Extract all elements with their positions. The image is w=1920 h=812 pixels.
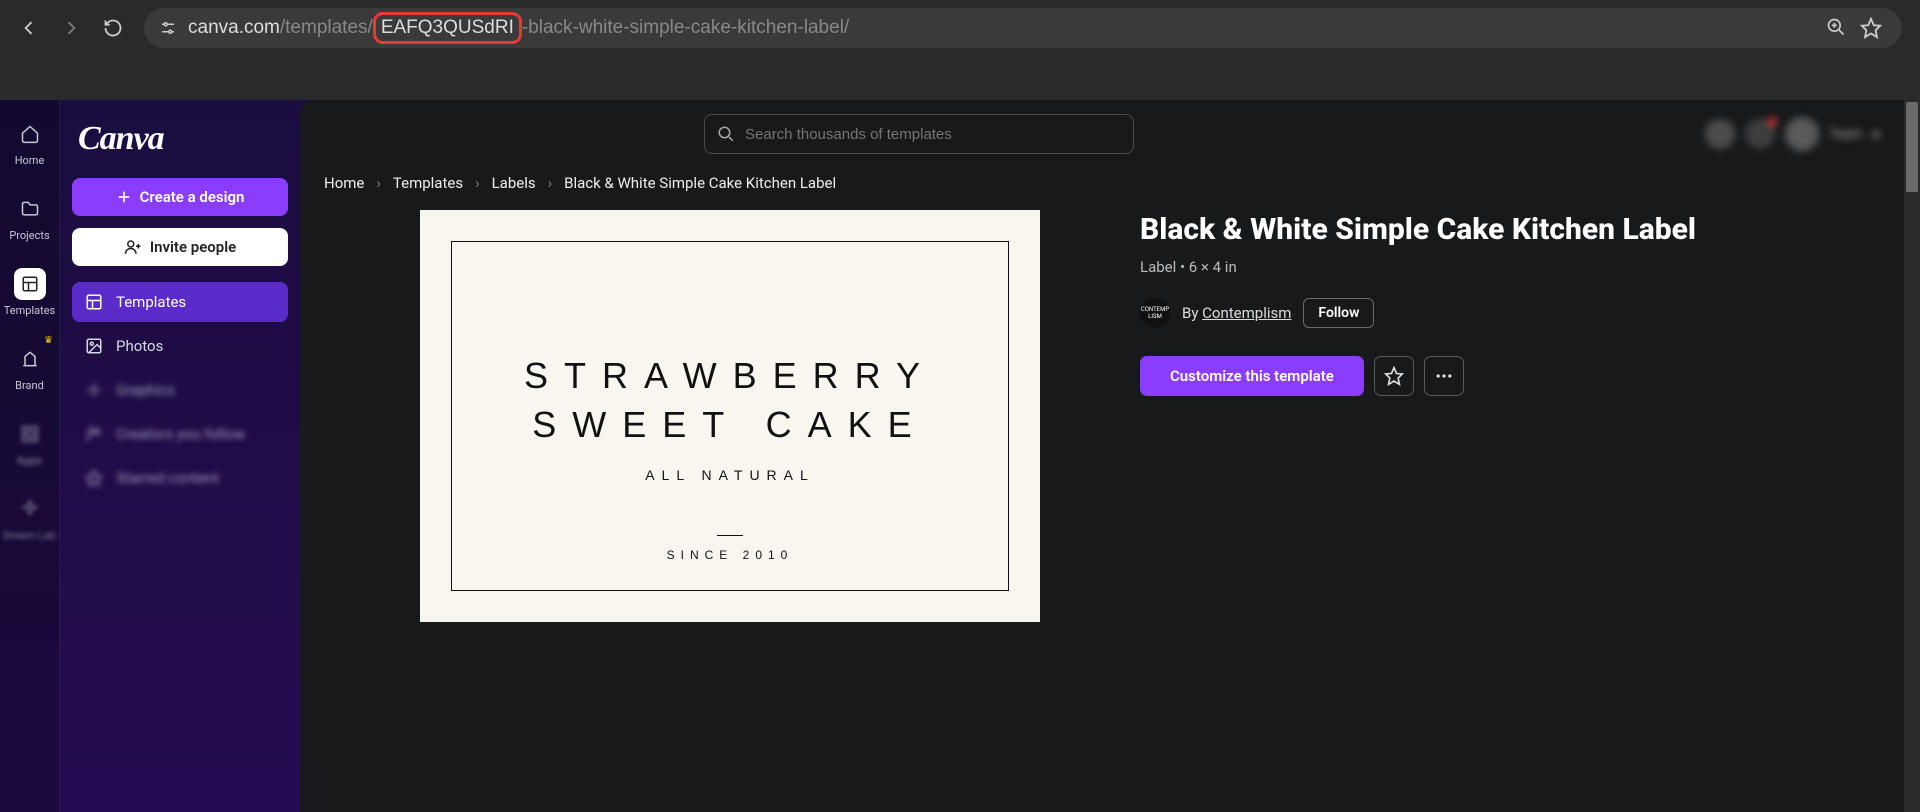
- photos-icon: [84, 336, 104, 356]
- reload-button[interactable]: [96, 11, 130, 45]
- label-card: STRAWBERRY SWEET CAKE ALL NATURAL SINCE …: [451, 241, 1009, 591]
- notifications-icon[interactable]: [1745, 119, 1775, 149]
- author-row: CONTEMPLISM By Contemplism Follow: [1140, 298, 1880, 328]
- search-icon: [717, 125, 735, 143]
- star-icon: [1384, 366, 1404, 386]
- plus-icon: [116, 189, 132, 205]
- label-divider: [717, 535, 743, 536]
- breadcrumb-home[interactable]: Home: [324, 174, 364, 192]
- user-name-label: Team: [1829, 127, 1862, 142]
- graphics-icon: [84, 380, 104, 400]
- app-root: Home Projects Templates ♛ Brand Apps: [0, 100, 1920, 812]
- chevron-right-icon: ›: [475, 174, 480, 192]
- address-bar[interactable]: canva.com/templates/EAFQ3QUSdRI-black-wh…: [144, 8, 1902, 48]
- user-avatar[interactable]: [1785, 117, 1819, 151]
- sparkle-icon: [14, 493, 46, 525]
- sidebar-templates[interactable]: Templates: [72, 282, 288, 322]
- template-search[interactable]: [704, 114, 1134, 154]
- star-icon: [84, 468, 104, 488]
- brand-icon: [14, 343, 46, 375]
- scrollbar[interactable]: [1904, 100, 1920, 812]
- bookmark-star-icon[interactable]: [1860, 17, 1882, 39]
- sidebar: Canva Create a design Invite people Temp…: [60, 100, 300, 812]
- breadcrumb-templates[interactable]: Templates: [393, 174, 463, 192]
- site-settings-icon[interactable]: [158, 18, 178, 38]
- chevron-right-icon: ›: [376, 174, 381, 192]
- topbar: Team ▾: [300, 100, 1904, 168]
- url-template-id-highlight: EAFQ3QUSdRI: [373, 12, 522, 44]
- template-meta: Label • 6 × 4 in: [1140, 258, 1880, 276]
- star-template-button[interactable]: [1374, 356, 1414, 396]
- invite-people-button[interactable]: Invite people: [72, 228, 288, 266]
- home-icon: [14, 118, 46, 150]
- forward-button[interactable]: [54, 11, 88, 45]
- template-preview[interactable]: STRAWBERRY SWEET CAKE ALL NATURAL SINCE …: [420, 210, 1040, 622]
- author-link[interactable]: Contemplism: [1202, 304, 1291, 322]
- browser-chrome: canva.com/templates/EAFQ3QUSdRI-black-wh…: [0, 0, 1920, 100]
- follow-button[interactable]: Follow: [1303, 298, 1374, 328]
- icon-rail: Home Projects Templates ♛ Brand Apps: [0, 100, 60, 812]
- browser-toolbar: canva.com/templates/EAFQ3QUSdRI-black-wh…: [0, 0, 1920, 56]
- apps-icon: [14, 418, 46, 450]
- author-by-label: By Contemplism: [1182, 304, 1291, 322]
- templates-icon: [14, 268, 46, 300]
- breadcrumb: Home › Templates › Labels › Black & Whit…: [300, 168, 1904, 210]
- rail-brand[interactable]: ♛ Brand: [0, 339, 59, 396]
- rail-templates[interactable]: Templates: [0, 264, 59, 321]
- topbar-user-area[interactable]: Team ▾: [1705, 117, 1880, 151]
- crown-icon: ♛: [44, 335, 53, 346]
- scrollbar-thumb[interactable]: [1906, 102, 1918, 192]
- breadcrumb-current: Black & White Simple Cake Kitchen Label: [564, 174, 836, 192]
- sidebar-photos[interactable]: Photos: [72, 326, 288, 366]
- rail-home[interactable]: Home: [0, 114, 59, 171]
- label-subtitle: ALL NATURAL: [645, 467, 815, 483]
- customize-template-button[interactable]: Customize this template: [1140, 356, 1364, 396]
- main-panel: Team ▾ Home › Templates › Labels › Black…: [300, 100, 1904, 812]
- folder-icon: [14, 193, 46, 225]
- people-icon: [84, 424, 104, 444]
- sidebar-creators-you-follow[interactable]: Creators you follow: [72, 414, 288, 454]
- canva-logo[interactable]: Canva: [72, 116, 288, 166]
- template-info-panel: Black & White Simple Cake Kitchen Label …: [1140, 210, 1880, 622]
- author-avatar[interactable]: CONTEMPLISM: [1140, 298, 1170, 328]
- rail-apps[interactable]: Apps: [0, 414, 59, 471]
- rail-dreamlab[interactable]: Dream Lab: [0, 489, 59, 546]
- chevron-down-icon[interactable]: ▾: [1872, 125, 1880, 144]
- create-design-button[interactable]: Create a design: [72, 178, 288, 216]
- chevron-right-icon: ›: [548, 174, 553, 192]
- label-since: SINCE 2010: [667, 548, 794, 562]
- more-options-button[interactable]: [1424, 356, 1464, 396]
- template-title: Black & White Simple Cake Kitchen Label: [1140, 212, 1880, 248]
- more-icon: [1434, 366, 1454, 386]
- url-text: canva.com/templates/EAFQ3QUSdRI-black-wh…: [188, 12, 1816, 44]
- templates-icon: [84, 292, 104, 312]
- sidebar-graphics[interactable]: Graphics: [72, 370, 288, 410]
- action-row: Customize this template: [1140, 356, 1880, 396]
- sidebar-starred-content[interactable]: Starred content: [72, 458, 288, 498]
- team-avatar[interactable]: [1705, 119, 1735, 149]
- invite-icon: [124, 238, 142, 256]
- search-input[interactable]: [745, 126, 1121, 143]
- content-area: STRAWBERRY SWEET CAKE ALL NATURAL SINCE …: [300, 210, 1904, 622]
- rail-projects[interactable]: Projects: [0, 189, 59, 246]
- zoom-icon[interactable]: [1826, 17, 1846, 39]
- back-button[interactable]: [12, 11, 46, 45]
- breadcrumb-labels[interactable]: Labels: [492, 174, 536, 192]
- label-title: STRAWBERRY SWEET CAKE: [524, 352, 936, 449]
